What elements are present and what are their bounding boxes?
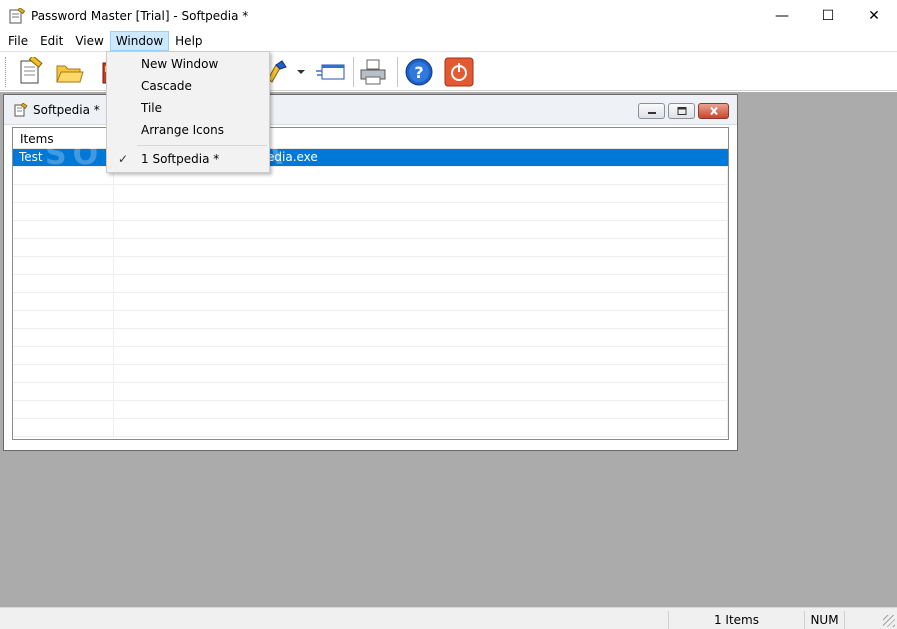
status-bar: 1 Items NUM (0, 607, 897, 629)
run-program-icon[interactable] (314, 57, 348, 87)
empty-row (13, 239, 728, 257)
menu-item-cascade[interactable]: Cascade (109, 75, 267, 97)
menu-separator (137, 145, 267, 146)
document-icon (14, 101, 28, 117)
window-controls: — ☐ ✕ (759, 0, 897, 31)
minimize-icon (647, 112, 656, 114)
status-panel-main (0, 611, 668, 629)
column-header-items[interactable]: Items (13, 128, 114, 149)
empty-row (13, 185, 728, 203)
empty-row (13, 311, 728, 329)
empty-row (13, 419, 728, 437)
menu-help[interactable]: Help (169, 31, 208, 51)
dropdown-icon[interactable] (294, 57, 308, 87)
child-close-button[interactable] (698, 103, 729, 119)
toolbar-grip[interactable] (5, 57, 8, 87)
window-title: Password Master [Trial] - Softpedia * (31, 8, 249, 23)
menu-bar: File Edit View Window Help (0, 31, 897, 51)
empty-row (13, 203, 728, 221)
maximize-icon (677, 107, 686, 115)
empty-row (13, 221, 728, 239)
menu-file[interactable]: File (2, 31, 34, 51)
close-button[interactable]: ✕ (851, 0, 897, 31)
menu-item-arrange-icons[interactable]: Arrange Icons (109, 119, 267, 141)
checkmark-icon: ✓ (118, 152, 129, 166)
menu-window[interactable]: Window (109, 31, 170, 51)
child-window-title: Softpedia * (33, 102, 100, 117)
empty-row (13, 347, 728, 365)
close-icon (709, 107, 718, 115)
empty-row (13, 383, 728, 401)
status-num-lock: NUM (804, 611, 844, 629)
empty-row (13, 257, 728, 275)
menu-view[interactable]: View (69, 31, 109, 51)
svg-text:?: ? (414, 63, 423, 82)
resize-grip[interactable] (883, 615, 895, 627)
toolbar-separator (353, 57, 354, 87)
help-icon[interactable]: ? (404, 57, 434, 87)
status-panel-empty (844, 611, 877, 629)
empty-row (13, 401, 728, 419)
open-folder-icon[interactable] (54, 57, 84, 87)
child-maximize-button[interactable] (668, 103, 695, 119)
menu-item-tile[interactable]: Tile (109, 97, 267, 119)
child-minimize-button[interactable] (638, 103, 665, 119)
menu-item-new-window[interactable]: New Window (109, 53, 267, 75)
empty-row (13, 329, 728, 347)
new-document-icon[interactable] (16, 57, 46, 87)
title-bar: Password Master [Trial] - Softpedia * — … (0, 0, 897, 31)
app-icon (9, 6, 26, 24)
menu-item-softpedia-window[interactable]: ✓ 1 Softpedia * (109, 148, 267, 170)
menu-item-label: 1 Softpedia * (141, 152, 220, 166)
menu-edit[interactable]: Edit (34, 31, 69, 51)
print-icon[interactable] (358, 57, 388, 87)
items-list[interactable]: Items Test edia.exe (12, 127, 729, 440)
empty-row (13, 275, 728, 293)
row-name: Test (13, 149, 114, 166)
empty-row (13, 365, 728, 383)
child-window-controls (638, 103, 729, 119)
maximize-button[interactable]: ☐ (805, 0, 851, 31)
power-icon[interactable] (444, 57, 474, 87)
status-item-count: 1 Items (668, 611, 804, 629)
empty-row (13, 293, 728, 311)
minimize-button[interactable]: — (759, 0, 805, 31)
window-menu-dropdown: New Window Cascade Tile Arrange Icons ✓ … (106, 51, 270, 173)
toolbar-separator (397, 57, 398, 87)
